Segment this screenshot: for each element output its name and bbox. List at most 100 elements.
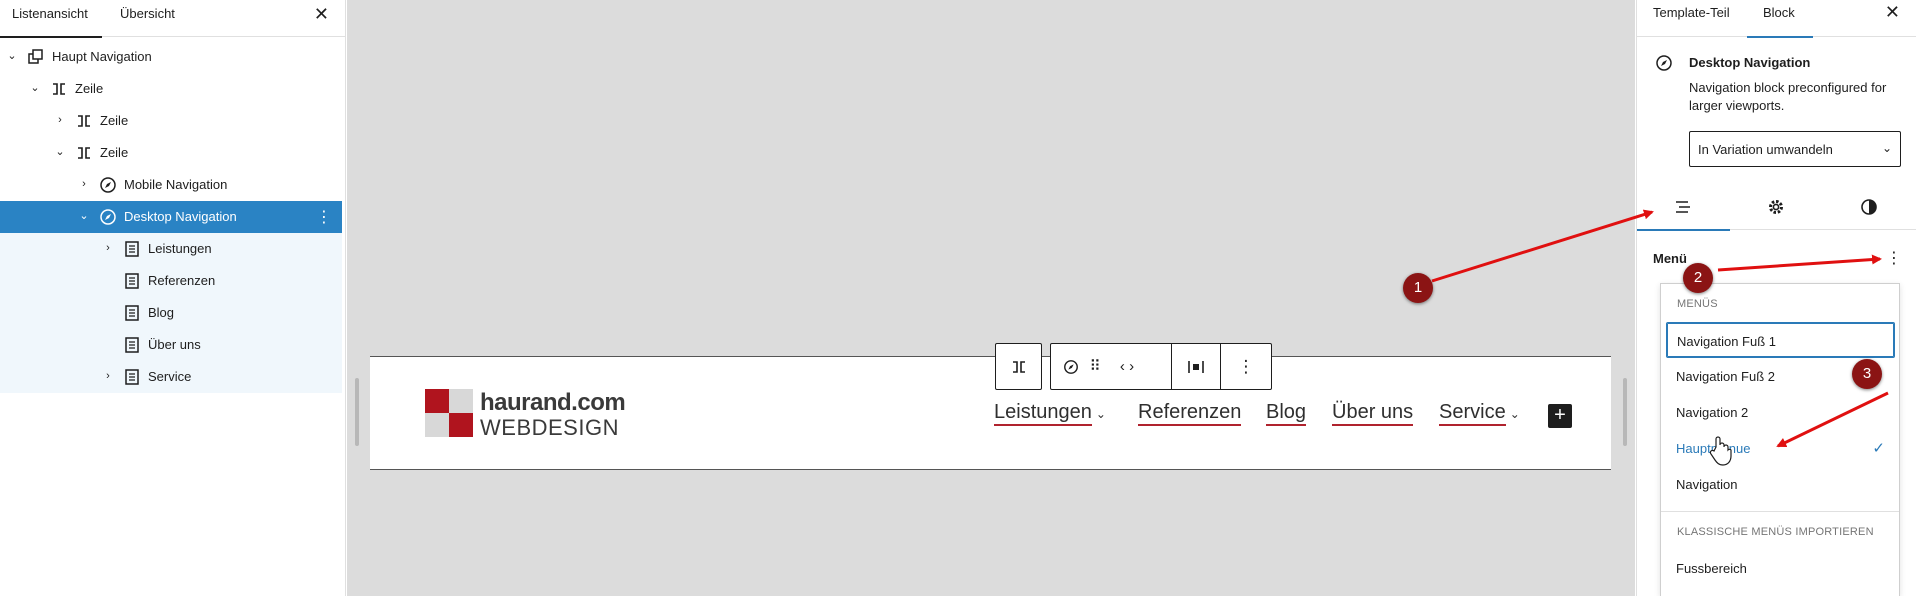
logo-square <box>449 413 473 437</box>
dropdown-heading-classic: KLASSISCHE MENÜS IMPORTIEREN <box>1677 526 1874 538</box>
nav-item-label: Referenzen <box>1138 401 1242 426</box>
chevron-down-icon: ⌄ <box>1881 141 1892 155</box>
menu-option-label: Fussbereich <box>1676 561 1747 576</box>
tree-item-zeile[interactable]: ⌄ Zeile <box>0 137 342 169</box>
tree-item-label: Referenzen <box>148 273 216 288</box>
site-header-preview[interactable]: haurand.com WEBDESIGN Leistungen ⌄ Refere… <box>370 356 1611 470</box>
parent-block-toolbar <box>995 343 1042 390</box>
tree-item-leistungen[interactable]: › Leistungen <box>0 233 342 265</box>
site-logo[interactable]: haurand.com WEBDESIGN <box>425 389 635 440</box>
more-options-icon[interactable]: ⋮ <box>1886 248 1902 268</box>
row-icon[interactable] <box>996 344 1041 389</box>
tab-listenansicht[interactable]: Listenansicht <box>0 0 102 38</box>
nav-item-service[interactable]: Service ⌄ <box>1439 401 1520 426</box>
chevron-right-icon[interactable]: › <box>77 177 91 191</box>
chevron-down-icon[interactable]: ⌄ <box>77 209 91 223</box>
list-view-icon <box>1676 201 1690 213</box>
editor-canvas[interactable]: haurand.com WEBDESIGN Leistungen ⌄ Refere… <box>347 0 1635 596</box>
chevron-down-icon: ⌄ <box>1509 407 1520 421</box>
nav-item-label: Blog <box>1266 401 1307 426</box>
tree-item-label: Blog <box>148 305 175 320</box>
tree-item-blog[interactable]: Blog <box>0 297 342 329</box>
menu-option-label: Hauptmenue <box>1676 441 1751 456</box>
row-icon <box>78 147 90 159</box>
nav-item-ueber-uns[interactable]: Über uns <box>1332 401 1414 426</box>
chevron-right-icon[interactable]: › <box>53 113 67 127</box>
navigation-icon[interactable] <box>1059 344 1083 389</box>
tree-item-label: Leistungen <box>148 241 212 256</box>
annotation-badge: 3 <box>1852 359 1882 389</box>
settings-tabs: Template-Teil Block ✕ <box>1637 0 1916 38</box>
tab-uebersicht[interactable]: Übersicht <box>120 0 175 37</box>
dropdown-divider <box>1661 511 1899 512</box>
tree-item-zeile[interactable]: › Zeile <box>0 105 342 137</box>
nav-item-referenzen[interactable]: Referenzen <box>1138 401 1242 426</box>
annotation-badge: 2 <box>1683 263 1713 293</box>
resize-handle-right[interactable] <box>1623 378 1627 446</box>
tree-item-service[interactable]: › Service <box>0 361 342 393</box>
nav-item-label: Leistungen <box>994 401 1092 426</box>
tab-list-settings[interactable] <box>1637 184 1730 231</box>
logo-square <box>425 413 449 437</box>
row-icon <box>78 115 90 127</box>
variation-select[interactable]: In Variation umwandeln ⌄ <box>1689 131 1901 167</box>
tree-item-label: Zeile <box>100 113 129 128</box>
nav-item-blog[interactable]: Blog <box>1266 401 1307 426</box>
logo-subtext: WEBDESIGN <box>480 415 619 440</box>
navigation-icon <box>100 177 116 193</box>
chevron-down-icon[interactable]: ⌄ <box>5 49 19 63</box>
chevron-right-icon[interactable]: › <box>101 241 115 255</box>
tree-item-label: Service <box>148 369 192 384</box>
checkmark-icon: ✓ <box>1872 440 1885 457</box>
page-link-icon <box>125 241 139 257</box>
add-block-button[interactable]: + <box>1548 404 1572 428</box>
tree-item-mobile-navigation[interactable]: › Mobile Navigation <box>0 169 342 201</box>
menu-option[interactable]: Navigation <box>1666 466 1895 502</box>
menu-option-label: Navigation 2 <box>1676 405 1749 420</box>
move-arrows-icon[interactable]: ‹ › <box>1109 344 1145 389</box>
tree-item-label: Mobile Navigation <box>124 177 228 192</box>
tree-item-label: Zeile <box>75 81 104 96</box>
chevron-down-icon: ⌄ <box>1095 407 1106 421</box>
tree-item-haupt-navigation[interactable]: ⌄ Haupt Navigation <box>0 41 342 73</box>
logo-square <box>425 389 449 413</box>
dropdown-heading-menus: MENÜS <box>1677 298 1718 310</box>
block-card-title: Desktop Navigation <box>1689 55 1811 70</box>
logo-square <box>449 389 473 413</box>
justification-icon[interactable] <box>1172 344 1220 389</box>
menu-option-label: Navigation Fuß 2 <box>1676 369 1775 384</box>
annotation-badge: 1 <box>1403 273 1433 303</box>
tree-item-ueber-uns[interactable]: Über uns <box>0 329 342 361</box>
tree-item-referenzen[interactable]: Referenzen <box>0 265 342 297</box>
resize-handle-left[interactable] <box>355 378 359 446</box>
menu-option-label: Navigation Fuß 1 <box>1677 334 1776 349</box>
menu-option[interactable]: Navigation Fuß 1 <box>1666 322 1895 358</box>
page-link-icon <box>125 369 139 385</box>
nav-item-label: Über uns <box>1332 401 1414 426</box>
logo-text: haurand.com <box>480 389 626 416</box>
tab-settings[interactable] <box>1730 184 1823 230</box>
tree-item-label: Zeile <box>100 145 129 160</box>
nav-item-leistungen[interactable]: Leistungen ⌄ <box>994 401 1106 426</box>
drag-handle-icon[interactable]: ⠿ <box>1085 344 1105 389</box>
tab-block[interactable]: Block <box>1747 0 1813 38</box>
chevron-right-icon[interactable]: › <box>101 369 115 383</box>
more-options-icon[interactable]: ⋮ <box>316 207 332 227</box>
close-icon[interactable]: ✕ <box>314 4 329 25</box>
classic-menu-option[interactable]: Fussbereich <box>1666 550 1895 586</box>
template-part-icon <box>28 49 43 64</box>
tab-template-teil[interactable]: Template-Teil <box>1653 0 1730 37</box>
chevron-down-icon[interactable]: ⌄ <box>28 81 42 95</box>
chevron-down-icon[interactable]: ⌄ <box>53 145 67 159</box>
menu-option-selected[interactable]: Hauptmenue ✓ <box>1666 430 1895 466</box>
close-icon[interactable]: ✕ <box>1885 2 1900 23</box>
menu-option[interactable]: Navigation 2 <box>1666 394 1895 430</box>
more-options-icon[interactable]: ⋮ <box>1221 344 1271 389</box>
page-link-icon <box>125 273 139 289</box>
tree-item-zeile[interactable]: ⌄ Zeile <box>0 73 342 105</box>
menu-option-label: Navigation <box>1676 477 1738 492</box>
tree-item-desktop-navigation[interactable]: ⌄ Desktop Navigation ⋮ <box>0 201 342 233</box>
tree-item-label: Desktop Navigation <box>124 209 237 224</box>
tab-styles[interactable] <box>1823 184 1916 230</box>
tree-item-label: Über uns <box>148 337 201 352</box>
